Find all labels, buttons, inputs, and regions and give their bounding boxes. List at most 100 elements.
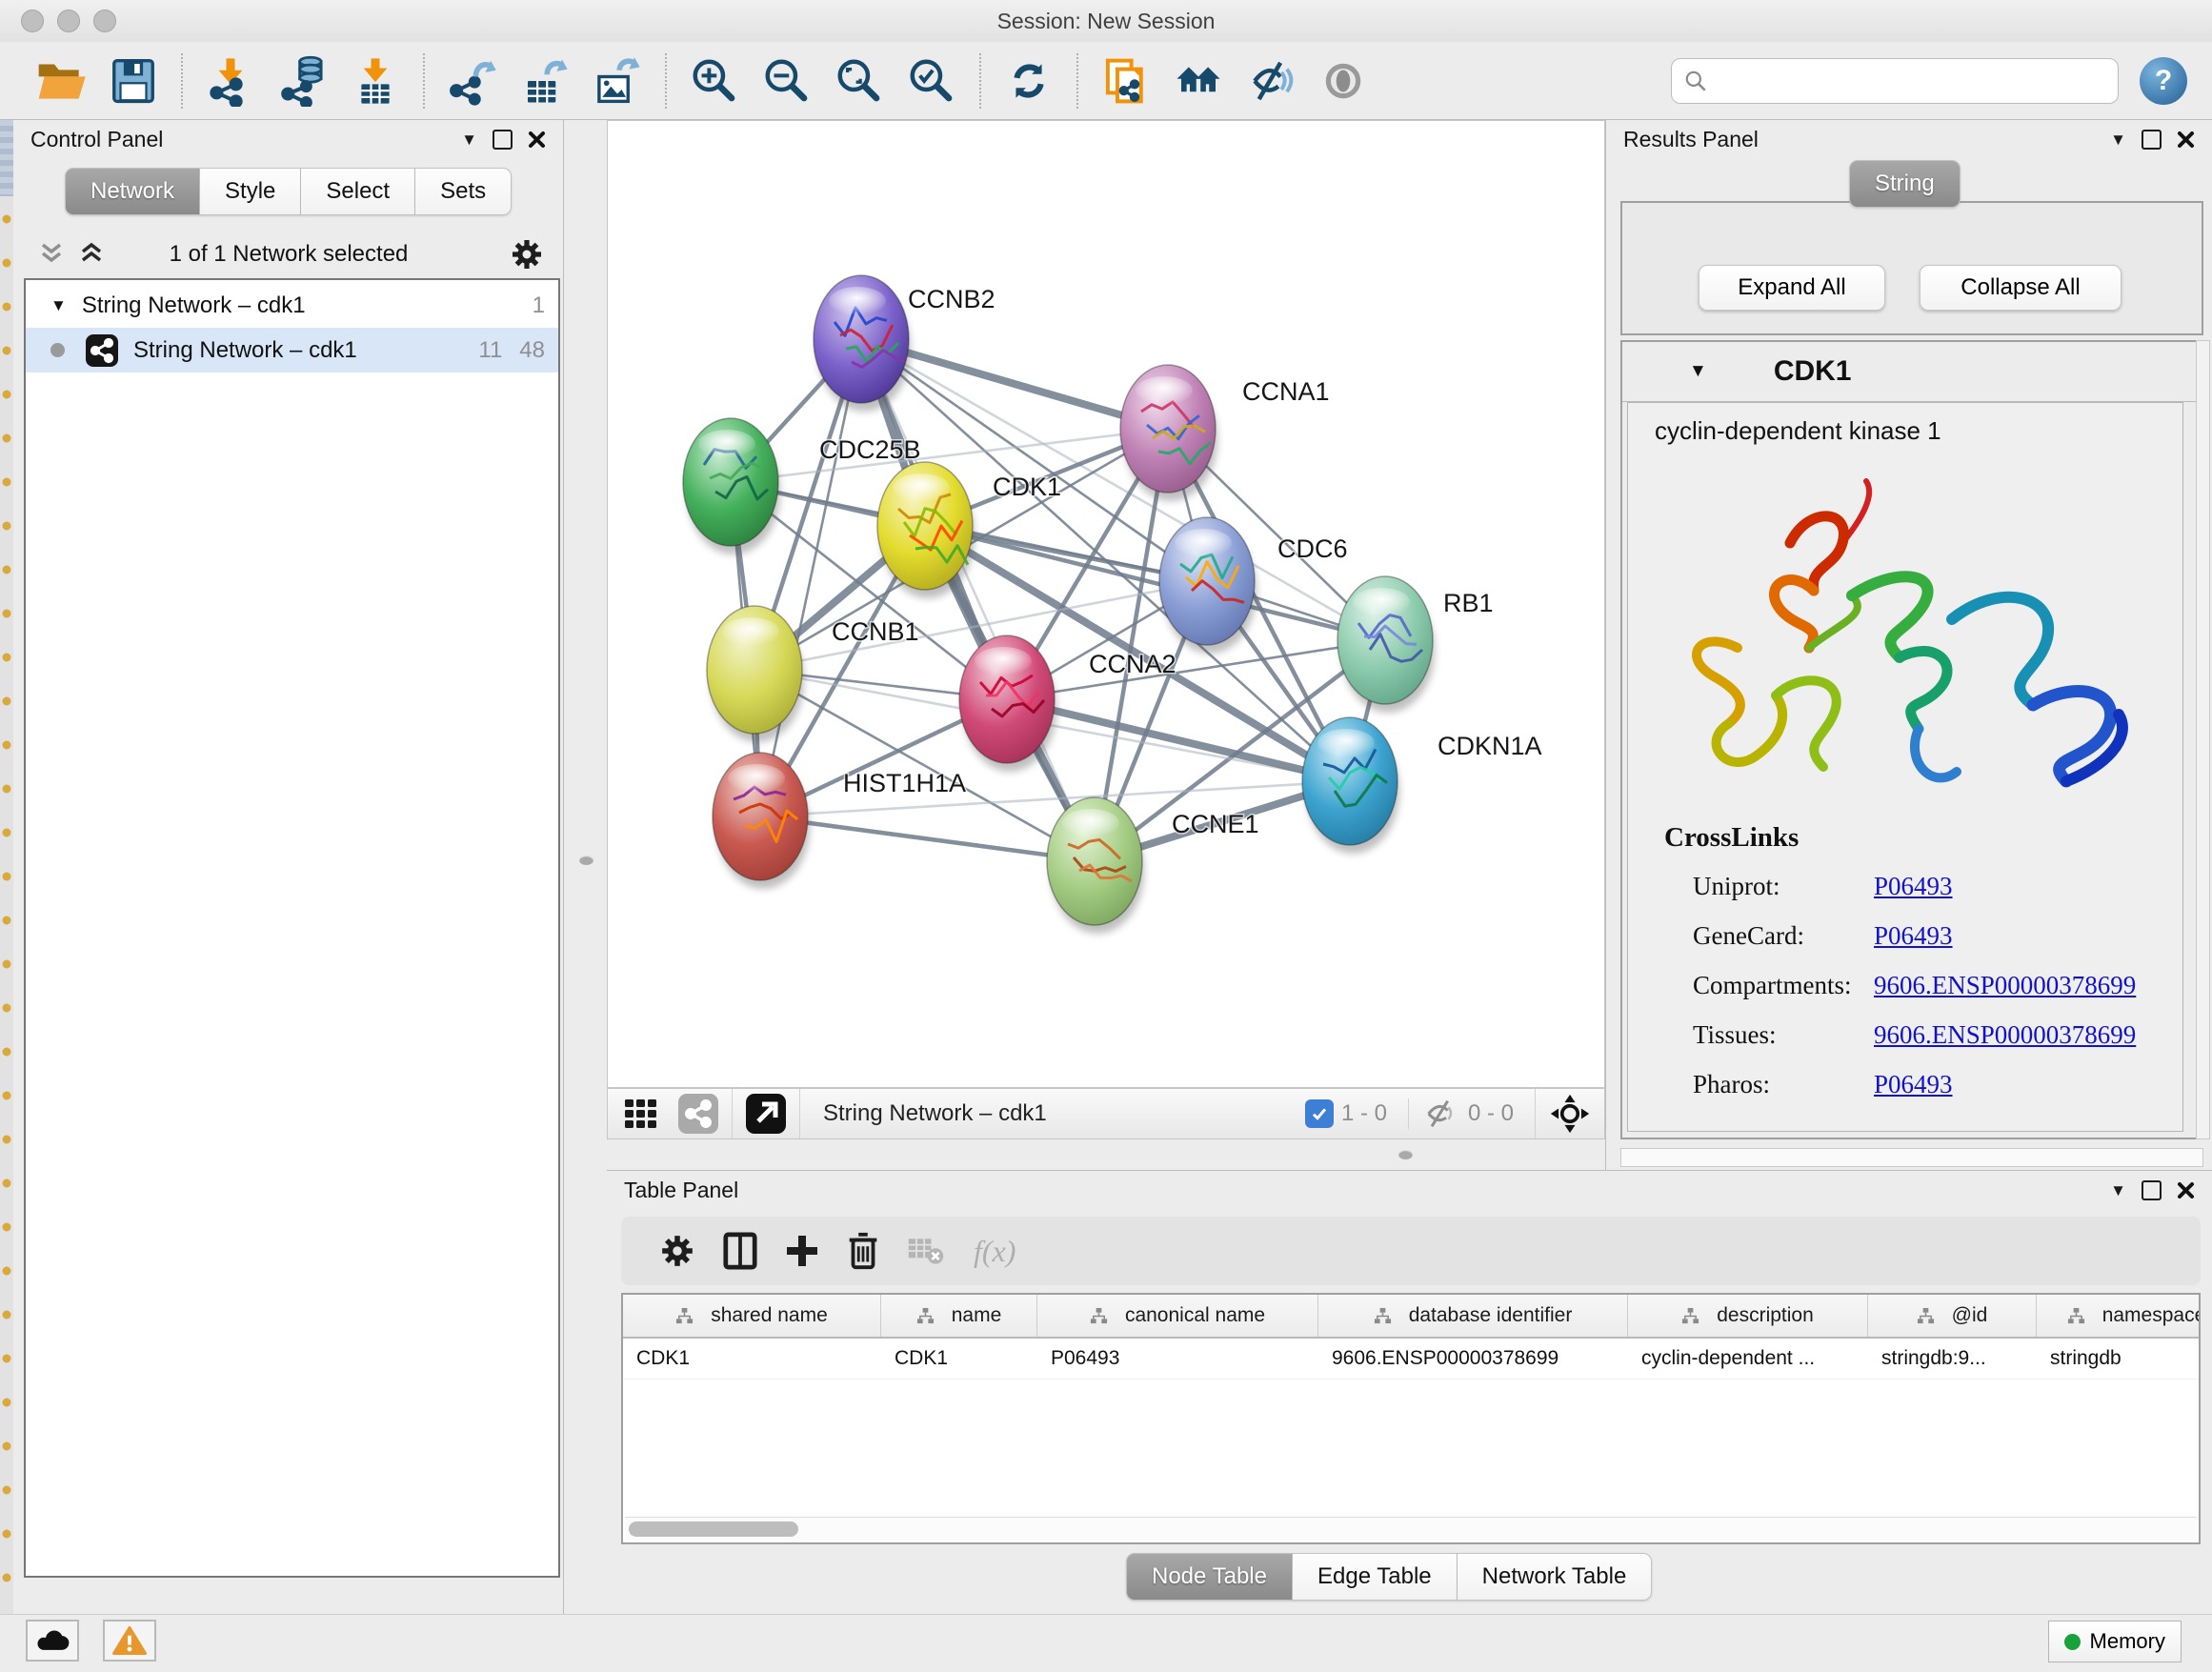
delete-column-trash-icon[interactable] [846, 1231, 880, 1271]
birds-eye-navigator-icon[interactable] [1549, 1093, 1591, 1135]
main-toolbar: ? [0, 42, 2212, 120]
protein-structure-image [1647, 453, 2171, 815]
export-network-icon[interactable] [444, 50, 501, 111]
collapse-all-button[interactable]: Collapse All [1920, 265, 2122, 311]
export-table-icon[interactable] [516, 50, 573, 111]
column-header-description[interactable]: description [1628, 1295, 1868, 1337]
panel-close-icon[interactable] [528, 131, 546, 149]
crosslink-link[interactable]: 9606.ENSP00000378699 [1874, 1020, 2136, 1050]
first-neighbors-icon[interactable] [1170, 50, 1227, 111]
import-network-database-icon[interactable] [274, 50, 332, 111]
grid-view-icon[interactable] [623, 1096, 659, 1132]
close-window-button[interactable] [21, 10, 44, 32]
results-vertical-scrollbar[interactable] [2196, 340, 2210, 1139]
column-header-name[interactable]: name [881, 1295, 1037, 1337]
table-row[interactable]: CDK1CDK1P064939606.ENSP00000378699cyclin… [623, 1339, 2199, 1380]
warning-status-icon[interactable] [103, 1620, 156, 1662]
table-cell[interactable]: CDK1 [623, 1339, 881, 1379]
zoom-out-icon[interactable] [758, 50, 815, 111]
crosslink-link[interactable]: 9606.ENSP00000378699 [1874, 971, 2136, 1000]
refresh-icon[interactable] [1000, 50, 1057, 111]
zoom-selected-icon[interactable] [903, 50, 960, 111]
tab-style[interactable]: Style [200, 168, 301, 215]
column-header-database-identifier[interactable]: database identifier [1318, 1295, 1628, 1337]
save-session-icon[interactable] [105, 50, 162, 111]
crosslink-link[interactable]: P06493 [1874, 921, 1953, 951]
toolbar-separator [423, 53, 425, 109]
network-node-CCNA1[interactable]: CCNA1 [1120, 365, 1330, 501]
panel-float-icon[interactable]: ▼ [2110, 1182, 2126, 1199]
search-icon [1683, 69, 1708, 93]
network-node-CDK1[interactable]: CDK1 [877, 462, 1061, 598]
network-options-gear-icon[interactable] [510, 237, 544, 272]
table-settings-gear-icon[interactable] [659, 1233, 695, 1269]
zoom-fit-icon[interactable] [831, 50, 888, 111]
table-cell[interactable]: stringdb [2037, 1339, 2201, 1379]
column-header-canonical-name[interactable]: canonical name [1037, 1295, 1318, 1337]
network-node-CCNB2[interactable]: CCNB2 [814, 275, 995, 412]
network-row-selected[interactable]: String Network – cdk1 11 48 [26, 328, 558, 373]
tab-select[interactable]: Select [301, 168, 415, 215]
network-node-CCNA2[interactable]: CCNA2 [959, 635, 1176, 772]
tab-node-table[interactable]: Node Table [1126, 1553, 1293, 1601]
collection-expand-icon[interactable]: ▼ [50, 296, 67, 315]
panel-float-icon[interactable]: ▼ [2110, 131, 2126, 148]
network-node-HIST1H1A[interactable]: HIST1H1A [713, 753, 966, 889]
memory-button[interactable]: Memory [2048, 1621, 2182, 1662]
minimize-window-button[interactable] [57, 10, 80, 32]
hide-selected-eye-icon[interactable] [1242, 50, 1299, 111]
expand-all-button[interactable]: Expand All [1699, 265, 1885, 311]
panel-maximize-icon[interactable] [2142, 130, 2162, 150]
table-horizontal-scrollbar[interactable] [625, 1517, 2197, 1541]
open-session-icon[interactable] [32, 50, 90, 111]
zoom-in-icon[interactable] [686, 50, 743, 111]
crosslink-link[interactable]: P06493 [1874, 1070, 1953, 1099]
zoom-window-button[interactable] [93, 10, 116, 32]
table-cell[interactable]: cyclin-dependent ... [1628, 1339, 1868, 1379]
panel-close-icon[interactable] [2177, 131, 2195, 149]
tab-network[interactable]: Network [65, 168, 200, 215]
import-table-file-icon[interactable] [347, 50, 404, 111]
detach-view-icon[interactable] [746, 1094, 786, 1134]
network-node-RB1[interactable]: RB1 [1337, 576, 1494, 713]
panel-maximize-icon[interactable] [493, 130, 513, 150]
show-hidden-eye-icon[interactable] [1315, 50, 1372, 111]
panel-float-icon[interactable]: ▼ [461, 131, 477, 148]
results-horizontal-scrollbar[interactable] [1620, 1148, 2203, 1167]
selected-checkbox-icon[interactable] [1305, 1099, 1334, 1128]
entry-collapse-icon[interactable]: ▼ [1689, 361, 1707, 382]
tab-edge-table[interactable]: Edge Table [1293, 1553, 1458, 1601]
network-node-CDKN1A[interactable]: CDKN1A [1302, 717, 1542, 854]
crosslink-link[interactable]: P06493 [1874, 872, 1953, 901]
network-edge-HIST1H1A-CCNE1[interactable] [760, 816, 1095, 861]
clone-network-icon[interactable] [1097, 50, 1155, 111]
panel-close-icon[interactable] [2177, 1181, 2195, 1199]
network-node-CDC6[interactable]: CDC6 [1159, 517, 1348, 654]
add-column-plus-icon[interactable] [785, 1232, 819, 1270]
cloud-status-icon[interactable] [26, 1620, 79, 1662]
table-cell[interactable]: CDK1 [881, 1339, 1037, 1379]
search-input-box[interactable] [1671, 58, 2119, 104]
tab-network-table[interactable]: Network Table [1458, 1553, 1653, 1601]
scrollbar-thumb[interactable] [629, 1521, 798, 1537]
left-splitter-handle[interactable] [579, 856, 593, 865]
help-icon[interactable]: ? [2140, 57, 2187, 105]
network-edge-CCNB2-HIST1H1A[interactable] [760, 339, 861, 816]
column-header-at-id[interactable]: @id [1868, 1295, 2037, 1337]
table-cell[interactable]: P06493 [1037, 1339, 1318, 1379]
table-cell[interactable]: 9606.ENSP00000378699 [1318, 1339, 1628, 1379]
panel-maximize-icon[interactable] [2142, 1180, 2162, 1200]
table-cell[interactable]: stringdb:9... [1868, 1339, 2037, 1379]
bottom-splitter-handle[interactable] [1398, 1150, 1413, 1159]
export-image-icon[interactable] [589, 50, 646, 111]
column-header-shared-name[interactable]: shared name [623, 1295, 881, 1337]
search-input[interactable] [1708, 68, 2106, 94]
tab-sets[interactable]: Sets [415, 168, 512, 215]
tab-string[interactable]: String [1849, 160, 1961, 208]
column-header-namespace[interactable]: namespace [2037, 1295, 2201, 1337]
network-collection-row[interactable]: ▼ String Network – cdk1 1 [26, 283, 558, 328]
network-canvas[interactable]: CCNB2CCNA1CDC25BCDK1CDC6RB1CCNB1CCNA2CDK… [607, 120, 1605, 1088]
show-columns-icon[interactable] [722, 1231, 758, 1271]
entry-header[interactable]: ▼ CDK1 [1622, 342, 2202, 402]
import-network-file-icon[interactable] [202, 50, 259, 111]
